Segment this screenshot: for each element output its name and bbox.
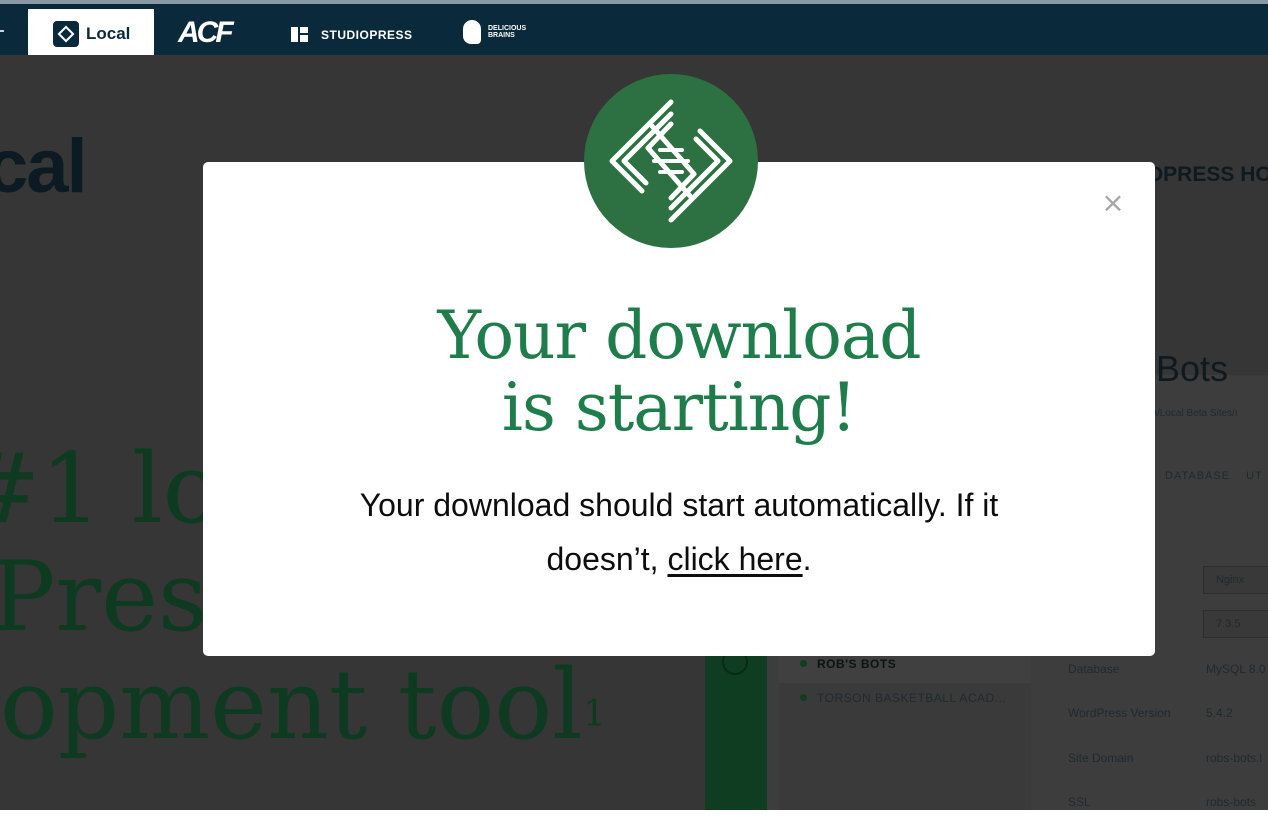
status-dot-icon	[800, 660, 807, 667]
brand-bar: Local ACF STUDIOPRESS DELICIOUS BRAINS	[0, 0, 1268, 59]
bg-site-item: TORSON BASKETBALL ACAD...	[800, 691, 1006, 705]
bg-site-name: ROB'S BOTS	[817, 657, 897, 671]
tab-acf[interactable]: ACF	[178, 18, 234, 48]
local-logo-icon	[53, 21, 79, 47]
bg-row-label: SSL	[1068, 795, 1091, 809]
bg-row-value: MySQL 8.0	[1206, 662, 1266, 676]
bg-site-path: s/Local Beta Sites/r	[1152, 408, 1239, 419]
menu-edge-marker	[0, 30, 4, 32]
modal-message-line: Your download should start automatically…	[359, 487, 999, 523]
modal-title: Your download is starting!	[203, 300, 1155, 444]
bg-app-tabs: DATABASE UT	[1165, 470, 1268, 482]
modal-title-line: Your download	[437, 297, 921, 374]
bg-hero-line: opment tool1	[0, 651, 606, 759]
bg-row-label: Database	[1068, 662, 1120, 676]
tab-studiopress-label: STUDIOPRESS	[321, 28, 413, 42]
bg-site-name: TORSON BASKETBALL ACAD...	[817, 691, 1007, 705]
bg-row-label: Site Domain	[1068, 751, 1134, 765]
bg-row-value: robs-bots.l	[1206, 751, 1263, 765]
modal-title-line: is starting!	[501, 369, 857, 446]
bg-tab: DATABASE	[1165, 470, 1231, 482]
bg-row-value: robs-bots	[1206, 795, 1257, 809]
page-bottom-edge	[0, 810, 1268, 818]
bg-right-title: DPRESS HO	[1148, 163, 1268, 186]
modal-message-suffix: .	[802, 541, 812, 577]
bg-row-value: 5.4.2	[1206, 706, 1233, 720]
local-diamond-logo-icon	[584, 74, 758, 248]
click-here-link[interactable]: click here	[667, 541, 802, 577]
tab-local-label: Local	[86, 24, 131, 43]
bg-heading: cal	[0, 124, 88, 209]
modal-message-line: doesn’t, click here.	[203, 532, 1155, 586]
tab-delicious-brains-label: DELICIOUS BRAINS	[488, 25, 527, 39]
modal-message: Your download should start automatically…	[203, 478, 1155, 586]
bg-hero-line-text: opment tool	[0, 649, 583, 761]
bg-server-select: Nginx	[1203, 566, 1268, 594]
delicious-brains-icon	[463, 20, 481, 44]
bg-php-select: 7.3.5	[1203, 610, 1268, 638]
tab-local[interactable]: Local	[28, 9, 154, 59]
bg-row-label: WordPress Version	[1068, 706, 1171, 720]
bg-hero-superscript: 1	[582, 694, 606, 735]
bg-site-item: ROB'S BOTS	[800, 657, 896, 671]
studiopress-icon	[291, 27, 308, 42]
close-icon[interactable]: ×	[1100, 189, 1126, 217]
bg-tab: UT	[1246, 470, 1263, 482]
status-dot-icon	[800, 694, 807, 701]
modal-message-prefix: doesn’t,	[546, 541, 668, 577]
